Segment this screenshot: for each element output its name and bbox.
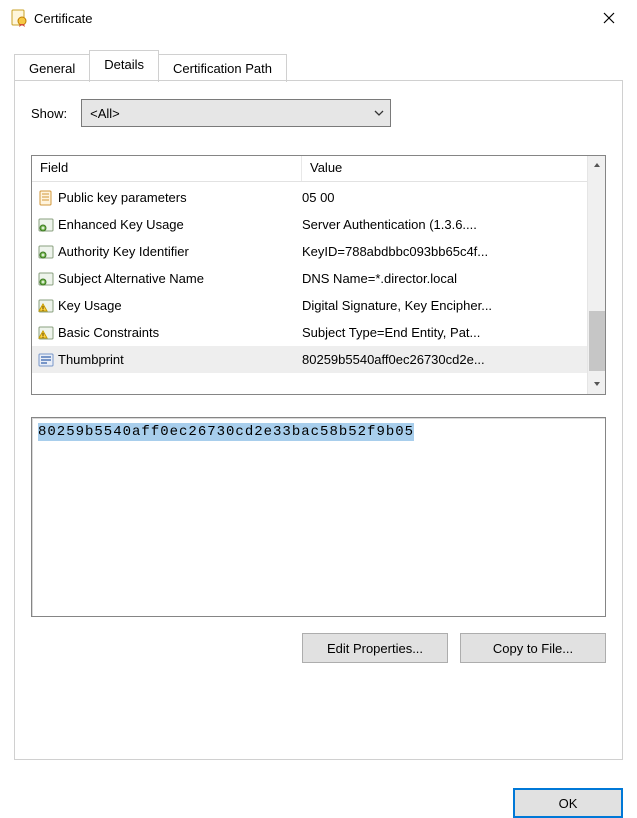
list-cell-field: Basic Constraints xyxy=(32,323,302,343)
dialog-footer: OK xyxy=(0,774,637,818)
field-text: Enhanced Key Usage xyxy=(58,217,184,232)
column-header-field[interactable]: Field xyxy=(32,156,302,181)
list-cell-value: KeyID=788abdbbc093bb65c4f... xyxy=(302,244,587,259)
tab-panel-details: Show: <All> Field Value Public key param… xyxy=(14,80,623,760)
tab-details[interactable]: Details xyxy=(89,50,159,80)
close-button[interactable] xyxy=(589,3,629,33)
extension-warning-icon xyxy=(36,296,56,316)
detail-selected-text: 80259b5540aff0ec26730cd2e33bac58b52f9b05 xyxy=(38,423,414,441)
list-cell-field: Thumbprint xyxy=(32,350,302,370)
list-cell-value: Server Authentication (1.3.6.... xyxy=(302,217,587,232)
list-row[interactable]: Enhanced Key Usage Server Authentication … xyxy=(32,211,587,238)
list-cell-field: Subject Alternative Name xyxy=(32,269,302,289)
list-header: Field Value xyxy=(32,156,587,182)
close-icon xyxy=(603,12,615,24)
list-cell-value: Subject Type=End Entity, Pat... xyxy=(302,325,587,340)
tab-strip: General Details Certification Path xyxy=(14,44,623,80)
show-row: Show: <All> xyxy=(31,99,606,127)
extension-icon xyxy=(36,269,56,289)
scroll-up-icon[interactable] xyxy=(593,156,601,175)
dialog-content: General Details Certification Path Show:… xyxy=(0,36,637,774)
column-header-value[interactable]: Value xyxy=(302,156,587,181)
show-label: Show: xyxy=(31,106,67,121)
list-row[interactable]: Thumbprint 80259b5540aff0ec26730cd2e... xyxy=(32,346,587,373)
list-cell-field: Enhanced Key Usage xyxy=(32,215,302,235)
copy-to-file-button[interactable]: Copy to File... xyxy=(460,633,606,663)
list-cell-value: 80259b5540aff0ec26730cd2e... xyxy=(302,352,587,367)
extension-icon xyxy=(36,215,56,235)
field-text: Authority Key Identifier xyxy=(58,244,189,259)
scroll-thumb[interactable] xyxy=(589,311,605,371)
field-text: Basic Constraints xyxy=(58,325,159,340)
show-select-value: <All> xyxy=(90,106,120,121)
list-row[interactable]: Subject Alternative Name DNS Name=*.direc… xyxy=(32,265,587,292)
vertical-scrollbar[interactable] xyxy=(587,156,605,394)
list-cell-value: Digital Signature, Key Encipher... xyxy=(302,298,587,313)
list-row[interactable]: Public key parameters 05 00 xyxy=(32,184,587,211)
field-text: Key Usage xyxy=(58,298,122,313)
certificate-icon xyxy=(10,9,28,27)
scroll-down-icon[interactable] xyxy=(593,375,601,394)
panel-button-row: Edit Properties... Copy to File... xyxy=(31,633,606,663)
tab-general[interactable]: General xyxy=(14,54,90,82)
chevron-down-icon xyxy=(374,108,384,119)
field-list: Field Value Public key parameters 05 00 En… xyxy=(31,155,606,395)
detail-text-box[interactable]: 80259b5540aff0ec26730cd2e33bac58b52f9b05 xyxy=(31,417,606,617)
extension-warning-icon xyxy=(36,323,56,343)
extension-icon xyxy=(36,242,56,262)
list-cell-field: Authority Key Identifier xyxy=(32,242,302,262)
list-cell-field: Public key parameters xyxy=(32,188,302,208)
list-row[interactable]: Authority Key Identifier KeyID=788abdbbc0… xyxy=(32,238,587,265)
tab-certification-path[interactable]: Certification Path xyxy=(158,54,287,82)
edit-properties-button[interactable]: Edit Properties... xyxy=(302,633,448,663)
field-text: Subject Alternative Name xyxy=(58,271,204,286)
list-cell-value: 05 00 xyxy=(302,190,587,205)
list-cell-field: Key Usage xyxy=(32,296,302,316)
thumbprint-icon xyxy=(36,350,56,370)
field-text: Public key parameters xyxy=(58,190,187,205)
title-bar: Certificate xyxy=(0,0,637,36)
window-title: Certificate xyxy=(28,11,589,26)
list-row[interactable]: Basic Constraints Subject Type=End Entity… xyxy=(32,319,587,346)
show-select[interactable]: <All> xyxy=(81,99,391,127)
list-row[interactable]: Key Usage Digital Signature, Key Encipher… xyxy=(32,292,587,319)
document-icon xyxy=(36,188,56,208)
field-text: Thumbprint xyxy=(58,352,124,367)
list-cell-value: DNS Name=*.director.local xyxy=(302,271,587,286)
